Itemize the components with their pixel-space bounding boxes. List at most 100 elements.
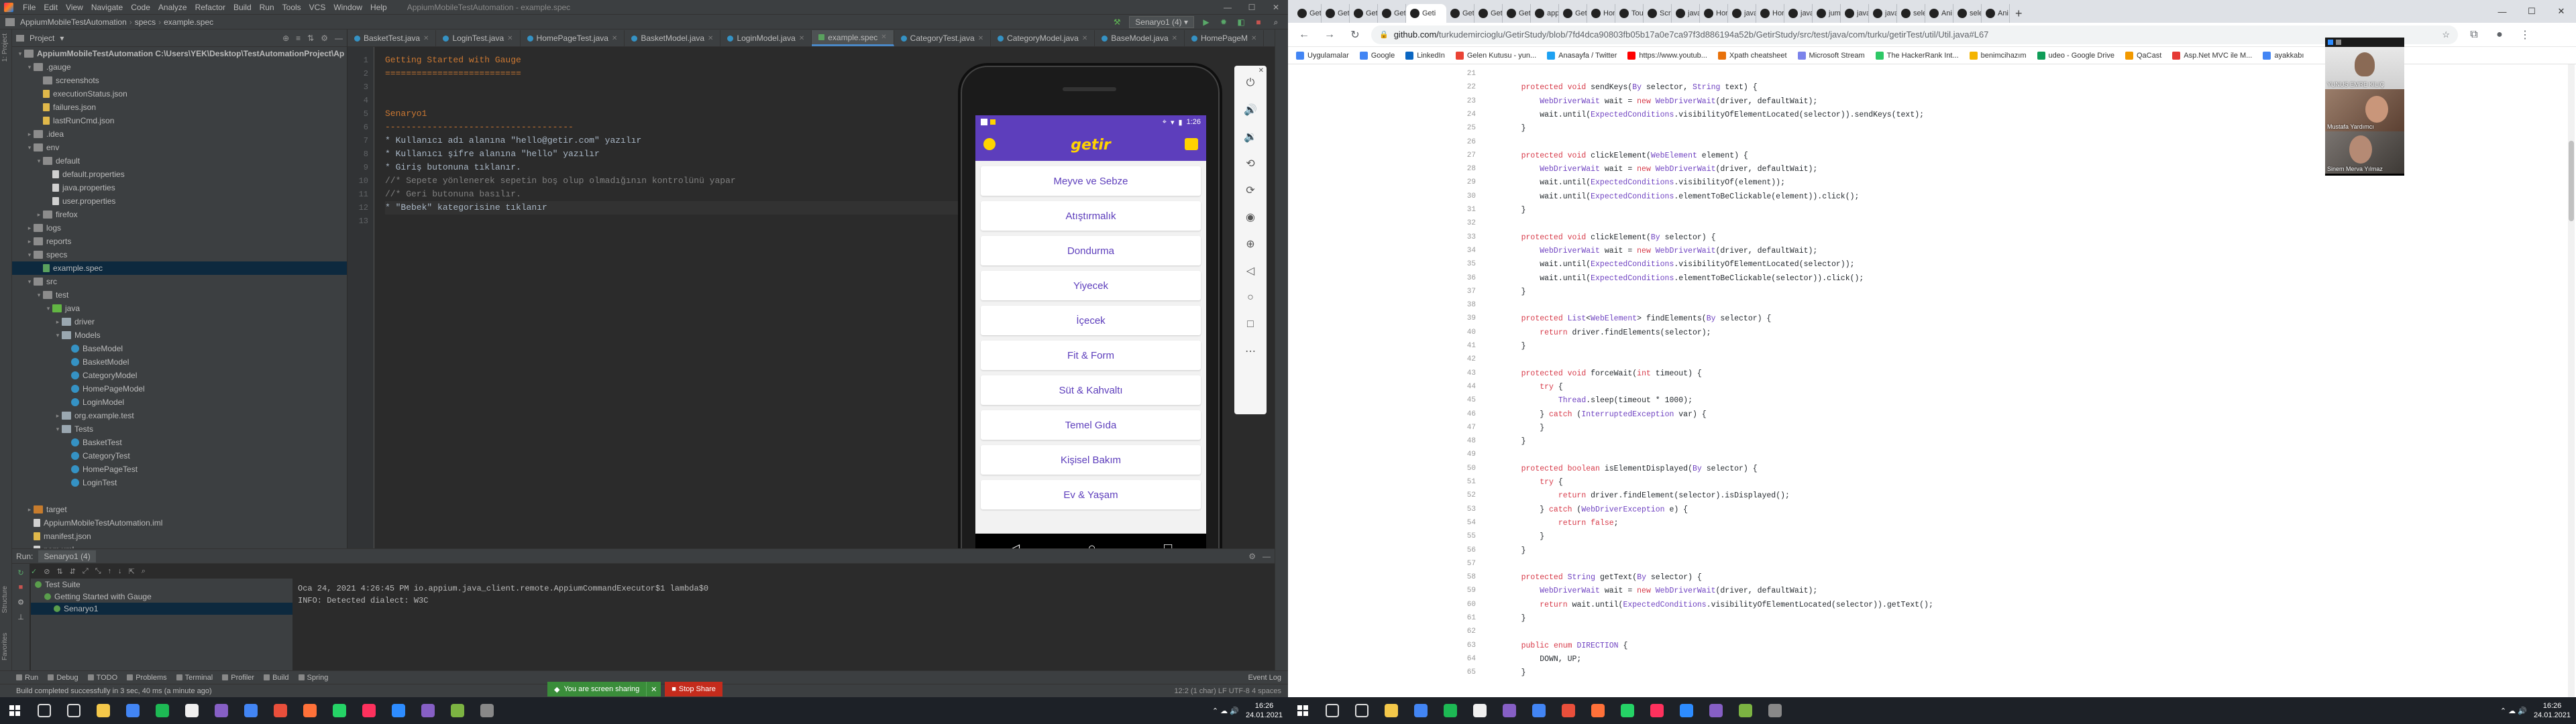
taskbar-clock[interactable]: 16:26 24.01.2021 — [2534, 701, 2571, 720]
tree-arrow-icon[interactable]: ▸ — [25, 238, 34, 245]
code-line-number[interactable]: 45 — [1436, 396, 1476, 404]
tab-close-icon[interactable]: ✕ — [1172, 35, 1177, 42]
taskbar-app[interactable] — [354, 697, 384, 724]
code-line-number[interactable]: 31 — [1436, 206, 1476, 214]
code-line-number[interactable]: 32 — [1436, 219, 1476, 227]
tree-arrow-icon[interactable]: ▾ — [35, 158, 43, 165]
tool-window-spring[interactable]: Spring — [298, 674, 328, 682]
tree-arrow-icon[interactable]: ▸ — [54, 318, 62, 326]
profile-icon[interactable]: ● — [2490, 25, 2509, 44]
tree-item[interactable]: BasketModel — [12, 355, 347, 369]
code-line[interactable]: * "Bebek" kategorisine tıklanır — [385, 201, 989, 215]
browser-tab[interactable]: Geti — [1322, 4, 1350, 23]
browser-tab[interactable]: Geti — [1378, 4, 1406, 23]
editor-tab[interactable]: LoginTest.java ✕ — [436, 30, 521, 46]
sort-duration-icon[interactable]: ⇵ — [70, 567, 76, 576]
basket-icon[interactable] — [1185, 138, 1198, 150]
code-line-number[interactable]: 33 — [1436, 233, 1476, 241]
maximize-icon[interactable]: ☐ — [2517, 0, 2546, 23]
scrollbar-thumb[interactable] — [2569, 141, 2574, 221]
code-line-number[interactable]: 42 — [1436, 355, 1476, 363]
tree-arrow-icon[interactable]: ▾ — [35, 292, 43, 299]
passed-filter-icon[interactable]: ✓ — [31, 567, 37, 576]
menu-item-window[interactable]: Window — [329, 3, 366, 12]
code-line[interactable]: Senaryo1 — [385, 107, 989, 121]
code-line-number[interactable]: 35 — [1436, 260, 1476, 268]
taskbar-app[interactable] — [266, 697, 295, 724]
browser-tab[interactable]: Hor — [1700, 4, 1728, 23]
breadcrumb-project[interactable]: AppiumMobileTestAutomation — [17, 17, 129, 27]
code-line-number[interactable]: 38 — [1436, 301, 1476, 309]
taskbar-app[interactable] — [1701, 697, 1731, 724]
tree-arrow-icon[interactable]: ▾ — [54, 332, 62, 339]
back-icon[interactable]: ◁ — [1240, 257, 1260, 284]
tool-window-terminal[interactable]: Terminal — [176, 674, 213, 682]
tree-arrow-icon[interactable]: ▸ — [25, 506, 34, 514]
category-item[interactable]: Meyve ve Sebze — [981, 166, 1201, 196]
taskbar-app[interactable] — [384, 697, 413, 724]
tree-item[interactable]: ▾ default — [12, 154, 347, 168]
browser-tab[interactable]: java — [1841, 4, 1869, 23]
maximize-icon[interactable]: ☐ — [1240, 0, 1264, 15]
code-line-number[interactable]: 26 — [1436, 138, 1476, 146]
breadcrumb-specs[interactable]: specs — [132, 17, 158, 27]
browser-tab[interactable]: Geti — [1446, 4, 1474, 23]
tree-item[interactable]: ▸ org.example.test — [12, 409, 347, 422]
tab-close-icon[interactable]: ✕ — [978, 35, 983, 42]
view-icon[interactable] — [2336, 40, 2341, 45]
tab-close-icon[interactable]: ✕ — [881, 34, 886, 41]
taskbar-app[interactable] — [1613, 697, 1642, 724]
browser-tab[interactable]: app — [1531, 4, 1559, 23]
browser-tab[interactable]: Hor — [1756, 4, 1784, 23]
code-line[interactable]: * Giriş butonuna tıklanır. — [385, 161, 989, 174]
zoom-icon[interactable]: ⊕ — [1240, 231, 1260, 257]
test-tree-item[interactable]: Senaryo1 — [31, 603, 292, 615]
sort-icon[interactable]: ⇅ — [56, 567, 62, 576]
editor-code[interactable]: Getting Started with Gauge ==============… — [385, 47, 989, 548]
code-line[interactable]: Getting Started with Gauge — [385, 54, 989, 67]
new-tab-button[interactable]: + — [2010, 4, 2028, 23]
tree-arrow-icon[interactable]: ▾ — [16, 50, 24, 58]
tab-close-icon[interactable]: ✕ — [612, 35, 617, 42]
tool-window-problems[interactable]: Problems — [127, 674, 167, 682]
bookmark-item[interactable]: Uygulamalar — [1296, 51, 1349, 60]
collapse-all-icon[interactable]: ⤡ — [95, 567, 101, 576]
participant-tile[interactable]: YUNUS EMRE KILIÇ — [2325, 47, 2404, 89]
taskbar-app[interactable] — [1465, 697, 1495, 724]
code-line-number[interactable]: 43 — [1436, 369, 1476, 377]
taskbar-app[interactable] — [59, 697, 89, 724]
browser-tab[interactable]: Geti — [1350, 4, 1378, 23]
run-config-tab[interactable]: Senaryo1 (4) — [38, 550, 96, 562]
tree-item[interactable]: ▸ target — [12, 503, 347, 516]
tree-item[interactable]: default.properties — [12, 168, 347, 181]
tree-item[interactable]: ▾ Tests — [12, 422, 347, 436]
code-line[interactable]: * Kullanıcı şifre alanına "hello" yazılı… — [385, 147, 989, 161]
bookmark-item[interactable]: QaCast — [2125, 51, 2161, 60]
code-line-number[interactable]: 63 — [1436, 642, 1476, 650]
tree-item[interactable]: ▾ specs — [12, 248, 347, 261]
code-line-number[interactable]: 58 — [1436, 573, 1476, 581]
run-icon[interactable]: ▶ — [1201, 17, 1212, 27]
address-bar[interactable]: 🔒 github.com/turkudemircioglu/GetirStudy… — [1371, 25, 2458, 44]
code-line[interactable] — [385, 94, 989, 107]
tree-item[interactable]: manifest.json — [12, 530, 347, 543]
project-tool-tab[interactable]: 1: Project — [1, 34, 9, 62]
code-line-number[interactable]: 39 — [1436, 314, 1476, 322]
code-line[interactable]: //* Geri butonuna basılır. — [385, 188, 989, 201]
export-icon[interactable]: ⇱ — [129, 567, 135, 576]
tree-item[interactable]: LoginModel — [12, 396, 347, 409]
tree-item[interactable]: CategoryTest — [12, 449, 347, 463]
taskbar-app[interactable] — [413, 697, 443, 724]
tree-arrow-icon[interactable]: ▾ — [25, 278, 34, 286]
code-line[interactable]: //* Sepete yönlenerek sepetin boş olup o… — [385, 174, 989, 188]
overview-icon[interactable]: □ — [1240, 311, 1260, 338]
code-line-number[interactable]: 57 — [1436, 560, 1476, 568]
tree-item[interactable]: ▾ src — [12, 275, 347, 288]
tree-item[interactable]: failures.json — [12, 101, 347, 114]
tree-item[interactable]: BaseModel — [12, 342, 347, 355]
taskbar-app[interactable] — [1672, 697, 1701, 724]
power-icon[interactable]: ⏻ — [1240, 70, 1260, 97]
bookmark-item[interactable]: The HackerRank Int... — [1875, 51, 1959, 60]
code-line-number[interactable]: 59 — [1436, 587, 1476, 595]
structure-tool-tab[interactable]: Structure — [1, 586, 9, 613]
